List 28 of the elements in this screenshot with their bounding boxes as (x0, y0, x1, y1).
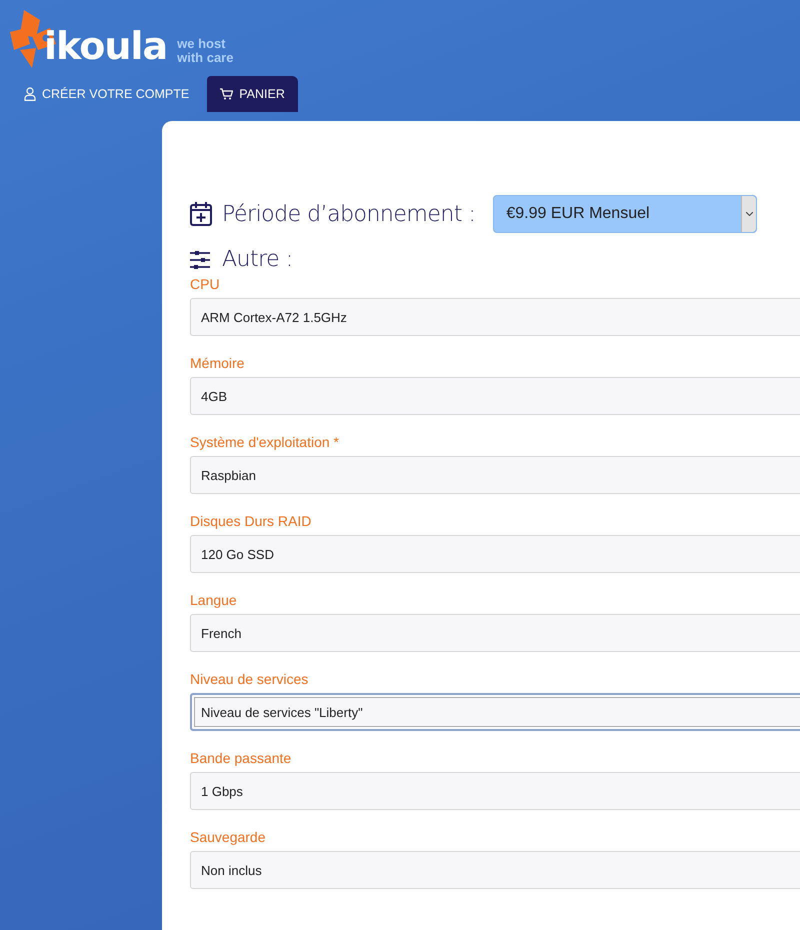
user-icon (24, 87, 36, 101)
field-label: Bande passante (190, 750, 292, 768)
field-label: Mémoire (190, 355, 246, 373)
select-field[interactable]: 1 Gbps (190, 772, 800, 810)
select-field[interactable]: 120 Go SSD (190, 535, 800, 573)
select-field[interactable]: Niveau de services "Liberty" (190, 693, 800, 731)
calendar-icon (190, 202, 212, 226)
select-field[interactable]: ARM Cortex-A72 1.5GHz (190, 298, 800, 336)
cart-button[interactable]: PANIER (207, 76, 298, 112)
sliders-icon (190, 250, 210, 268)
nav-link[interactable]: CRÉER VOTRE COMPTE (24, 77, 190, 111)
cart-icon (220, 88, 234, 100)
field-label: Disques Durs RAID (190, 513, 312, 531)
period-dropdown[interactable]: €9.99 EUR Mensuel (493, 195, 758, 233)
select-field[interactable]: 4GB (190, 377, 800, 415)
brand-name[interactable]: ikoula (44, 24, 168, 68)
field-label: Système d'exploitation * (190, 434, 340, 452)
field-label: Sauvegarde (190, 829, 267, 847)
field-label: Niveau de services (190, 671, 310, 689)
select-field[interactable]: French (190, 614, 800, 652)
field-label: CPU (190, 276, 221, 294)
tagline: we host with care (177, 37, 234, 65)
section-heading: Période d’abonnement : (222, 202, 476, 226)
section-heading: Autre : (222, 247, 293, 272)
select-field[interactable]: Non inclus (190, 851, 800, 889)
select-field[interactable]: Raspbian (190, 456, 800, 494)
field-label: Langue (190, 592, 238, 610)
caret-icon (746, 212, 753, 216)
